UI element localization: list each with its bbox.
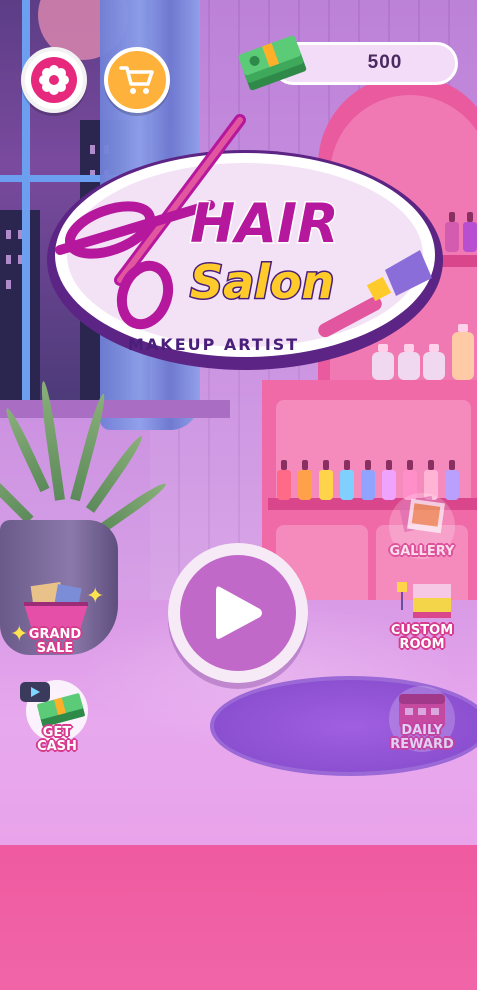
daily-reward-label: DAILY REWARD bbox=[390, 723, 454, 752]
grand-sale-button[interactable]: ✦ ✦ GRAND SALE bbox=[10, 578, 104, 664]
nail-polish-bottle bbox=[340, 460, 354, 500]
nail-polish-bottle bbox=[277, 460, 291, 500]
custom-room-label: CUSTOM ROOM bbox=[390, 623, 454, 652]
play-button[interactable] bbox=[168, 543, 308, 683]
game-scene: 500 HAIR Salon MAKEUP ARTIST ✦ ✦ GRAND S… bbox=[0, 0, 477, 990]
nail-polish-bottle bbox=[298, 460, 312, 500]
nail-polish-bottle bbox=[319, 460, 333, 500]
grand-sale-label: GRAND SALE bbox=[28, 627, 82, 656]
nail-polish-bottle bbox=[361, 460, 375, 500]
window-sill bbox=[0, 400, 230, 418]
nail-polish-bottle bbox=[445, 212, 459, 252]
perfume-bottle bbox=[452, 324, 474, 380]
gallery-photos-icon bbox=[398, 495, 445, 534]
nail-polish-bottle bbox=[463, 212, 477, 252]
gear-icon bbox=[39, 65, 69, 95]
logo-subtitle-salon: Salon bbox=[190, 255, 334, 309]
daily-reward-button[interactable]: DAILY REWARD bbox=[379, 680, 465, 766]
shopping-cart-icon bbox=[119, 66, 154, 94]
get-cash-button[interactable]: GET CASH bbox=[14, 676, 100, 762]
money-stack-icon bbox=[238, 35, 307, 91]
logo-tagline: MAKEUP ARTIST bbox=[128, 335, 299, 354]
cash-amount: 500 bbox=[367, 52, 403, 73]
play-icon bbox=[216, 586, 262, 639]
gallery-label: GALLERY bbox=[389, 544, 455, 559]
settings-button[interactable] bbox=[21, 47, 87, 113]
shop-button[interactable] bbox=[104, 47, 170, 113]
game-logo: HAIR Salon MAKEUP ARTIST bbox=[47, 114, 443, 370]
sparkle-icon: ✦ bbox=[86, 584, 105, 609]
bottom-bar bbox=[0, 845, 477, 990]
get-cash-label: GET CASH bbox=[37, 725, 77, 754]
gallery-button[interactable]: GALLERY bbox=[379, 487, 465, 573]
logo-title: HAIR bbox=[190, 192, 339, 255]
custom-room-button[interactable]: CUSTOM ROOM bbox=[379, 574, 465, 660]
